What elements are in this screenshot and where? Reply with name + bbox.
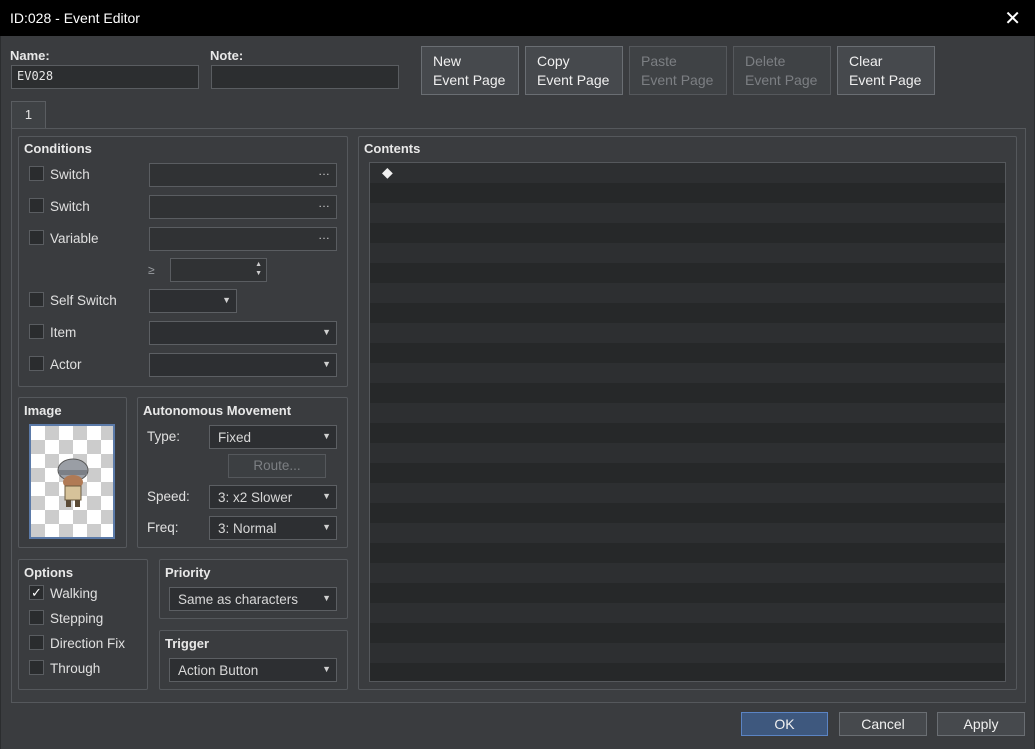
name-field[interactable]: EV028: [11, 65, 199, 89]
freq-label: Freq:: [147, 520, 179, 535]
new-button-line2: Event Page: [433, 72, 506, 88]
title-bar: ID:028 - Event Editor ✕: [0, 0, 1035, 36]
trigger-select[interactable]: Action Button ▼: [169, 658, 337, 682]
variable-field[interactable]: …: [149, 227, 337, 251]
stepping-label: Stepping: [50, 611, 104, 626]
chevron-down-icon: ▼: [222, 295, 231, 305]
switch1-checkbox[interactable]: [29, 166, 44, 181]
actor-checkbox[interactable]: [29, 356, 44, 371]
movement-title: Autonomous Movement: [143, 403, 292, 418]
new-event-page-button[interactable]: New Event Page: [421, 46, 519, 95]
switch2-ellipsis-icon[interactable]: …: [318, 196, 330, 210]
through-checkbox[interactable]: [29, 660, 44, 675]
variable-label: Variable: [50, 231, 99, 246]
self-switch-select[interactable]: ▼: [149, 289, 237, 313]
event-editor-window: Name: EV028 Note: New Event Page Copy Ev…: [1, 36, 1034, 749]
contents-list[interactable]: ◆: [369, 162, 1006, 682]
contents-title: Contents: [364, 141, 421, 156]
route-button[interactable]: Route...: [228, 454, 326, 478]
priority-title: Priority: [165, 565, 211, 580]
trigger-title: Trigger: [165, 636, 210, 651]
clear-button-line1: Clear: [849, 53, 883, 69]
window-title: ID:028 - Event Editor: [10, 10, 140, 26]
variable-checkbox[interactable]: [29, 230, 44, 245]
name-label: Name:: [10, 48, 50, 63]
item-checkbox[interactable]: [29, 324, 44, 339]
stepper-arrows-icon[interactable]: ▲ ▼: [255, 260, 262, 278]
walking-label: Walking: [50, 586, 98, 601]
delete-event-page-button[interactable]: Delete Event Page: [733, 46, 831, 95]
direction-fix-label: Direction Fix: [50, 636, 126, 651]
speed-select[interactable]: 3: x2 Slower ▼: [209, 485, 337, 509]
item-label: Item: [50, 325, 77, 340]
image-title: Image: [24, 403, 62, 418]
walking-checkbox[interactable]: ✓: [29, 585, 44, 600]
movement-type-select[interactable]: Fixed ▼: [209, 425, 337, 449]
chevron-down-icon: ▼: [322, 664, 331, 674]
variable-value-stepper[interactable]: ▲ ▼: [170, 258, 267, 282]
delete-button-line1: Delete: [745, 53, 786, 69]
gte-icon: ≥: [148, 263, 155, 277]
note-field[interactable]: [211, 65, 399, 89]
delete-button-line2: Event Page: [745, 72, 818, 88]
speed-value: 3: x2 Slower: [218, 490, 293, 505]
paste-event-page-button[interactable]: Paste Event Page: [629, 46, 727, 95]
self-switch-label: Self Switch: [50, 293, 117, 308]
chevron-down-icon: ▼: [322, 491, 331, 501]
switch2-field[interactable]: …: [149, 195, 337, 219]
movement-type-value: Fixed: [218, 430, 252, 445]
copy-event-page-button[interactable]: Copy Event Page: [525, 46, 623, 95]
clear-button-line2: Event Page: [849, 72, 922, 88]
chevron-down-icon: ▼: [322, 522, 331, 532]
paste-button-line1: Paste: [641, 53, 677, 69]
options-title: Options: [24, 565, 74, 580]
priority-value: Same as characters: [178, 592, 299, 607]
switch1-label: Switch: [50, 167, 90, 182]
apply-button[interactable]: Apply: [937, 712, 1025, 736]
self-switch-checkbox[interactable]: [29, 292, 44, 307]
switch2-checkbox[interactable]: [29, 198, 44, 213]
chevron-down-icon: ▼: [322, 431, 331, 441]
copy-button-line1: Copy: [537, 53, 570, 69]
through-label: Through: [50, 661, 101, 676]
actor-select[interactable]: ▼: [149, 353, 337, 377]
freq-select[interactable]: 3: Normal ▼: [209, 516, 337, 540]
ok-button[interactable]: OK: [741, 712, 828, 736]
tab-page-1[interactable]: 1: [11, 101, 46, 129]
chevron-down-icon: ▼: [322, 327, 331, 337]
freq-value: 3: Normal: [218, 521, 277, 536]
chevron-down-icon: ▼: [322, 359, 331, 369]
trigger-value: Action Button: [178, 663, 259, 678]
note-label: Note:: [210, 48, 244, 63]
speed-label: Speed:: [147, 489, 190, 504]
conditions-title: Conditions: [24, 141, 92, 156]
chevron-down-icon: ▼: [322, 593, 331, 603]
new-button-line1: New: [433, 53, 462, 69]
image-preview[interactable]: [29, 424, 115, 539]
close-icon[interactable]: ✕: [1004, 6, 1021, 31]
cancel-button[interactable]: Cancel: [839, 712, 927, 736]
priority-select[interactable]: Same as characters ▼: [169, 587, 337, 611]
switch1-ellipsis-icon[interactable]: …: [318, 164, 330, 178]
stepping-checkbox[interactable]: [29, 610, 44, 625]
copy-button-line2: Event Page: [537, 72, 610, 88]
paste-button-line2: Event Page: [641, 72, 714, 88]
name-value: EV028: [17, 69, 54, 83]
switch2-label: Switch: [50, 199, 90, 214]
actor-label: Actor: [50, 357, 82, 372]
command-marker-icon[interactable]: ◆: [382, 164, 393, 181]
direction-fix-checkbox[interactable]: [29, 635, 44, 650]
variable-ellipsis-icon[interactable]: …: [318, 228, 330, 242]
clear-event-page-button[interactable]: Clear Event Page: [837, 46, 935, 95]
type-label: Type:: [147, 429, 181, 444]
helmet-character-sprite-icon: [57, 458, 89, 507]
item-select[interactable]: ▼: [149, 321, 337, 345]
switch1-field[interactable]: …: [149, 163, 337, 187]
